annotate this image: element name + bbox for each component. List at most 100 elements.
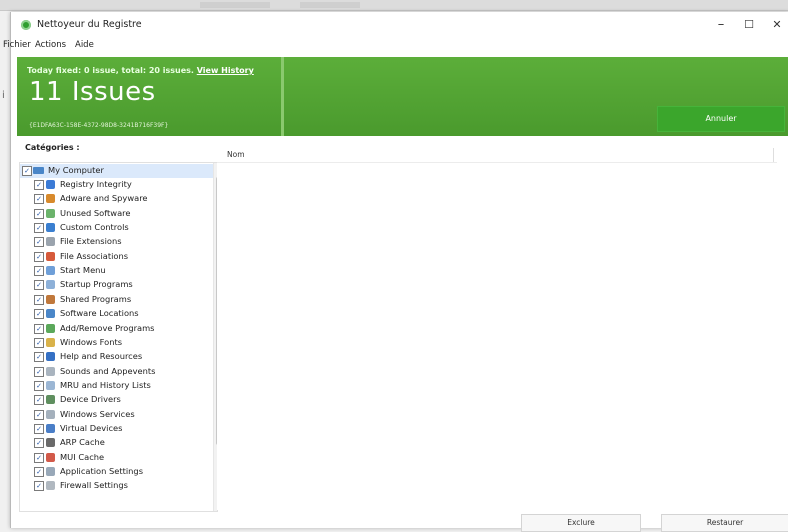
banner-divider	[281, 57, 284, 136]
tree-item[interactable]: ✓ Startup Programs	[20, 278, 210, 292]
maximize-button[interactable]: ☐	[735, 16, 763, 34]
tree-item-checkbox[interactable]: ✓	[34, 295, 44, 305]
tree-item-checkbox[interactable]: ✓	[34, 381, 44, 391]
cancel-button[interactable]: Annuler	[657, 106, 785, 132]
tree-item-checkbox[interactable]: ✓	[34, 252, 44, 262]
tree-item-checkbox[interactable]: ✓	[34, 453, 44, 463]
tree-item-label: Firewall Settings	[60, 480, 128, 490]
tree-item-checkbox[interactable]: ✓	[34, 223, 44, 233]
tree-item-label: Application Settings	[60, 466, 144, 476]
arp-icon	[46, 438, 55, 447]
spyware-icon	[46, 194, 55, 203]
driver-icon	[46, 395, 55, 404]
tree-item[interactable]: ✓ Device Drivers	[20, 393, 210, 407]
tree-item-label: Shared Programs	[60, 294, 132, 304]
tree-item[interactable]: ✓ Firewall Settings	[20, 479, 210, 493]
tree-item-label: Windows Fonts	[60, 337, 123, 347]
tree-item[interactable]: ✓ Virtual Devices	[20, 422, 210, 436]
tree-item-checkbox[interactable]: ✓	[34, 309, 44, 319]
restore-button[interactable]: Restaurer	[661, 514, 788, 532]
tree-item-label: MUI Cache	[60, 452, 105, 462]
tree-item-checkbox[interactable]: ✓	[34, 266, 44, 276]
app-logo-icon	[21, 20, 31, 30]
tree-item-checkbox[interactable]: ✓	[34, 410, 44, 420]
tree-item-checkbox[interactable]: ✓	[34, 280, 44, 290]
tree-item-checkbox[interactable]: ✓	[34, 424, 44, 434]
tree-item[interactable]: ✓ Unused Software	[20, 207, 210, 221]
menu-fichier[interactable]: Fichier	[3, 40, 31, 50]
tree-item-label: Custom Controls	[60, 222, 129, 232]
tree-item[interactable]: ✓ Software Locations	[20, 307, 210, 321]
tree-item-label: Unused Software	[60, 208, 131, 218]
tree-item-checkbox[interactable]: ✓	[34, 338, 44, 348]
shared-programs-icon	[46, 295, 55, 304]
tree-item-checkbox[interactable]: ✓	[34, 194, 44, 204]
tree-item-checkbox[interactable]: ✓	[34, 209, 44, 219]
categories-tree[interactable]: ✓ My Computer ✓ Registry Integrity ✓ Adware…	[19, 162, 218, 512]
sound-icon	[46, 367, 55, 376]
tree-item[interactable]: ✓ Start Menu	[20, 264, 210, 278]
tree-item-checkbox[interactable]: ✓	[34, 367, 44, 377]
tree-item[interactable]: ✓ MRU and History Lists	[20, 379, 210, 393]
tree-item-label: Windows Services	[60, 409, 135, 419]
tree-item-label: Startup Programs	[60, 279, 133, 289]
column-nom[interactable]: Nom	[227, 150, 245, 159]
categories-header: Catégories :	[25, 143, 80, 152]
tree-item[interactable]: ✓ Custom Controls	[20, 221, 210, 235]
tree-item-label: Sounds and Appevents	[60, 366, 156, 376]
tree-item[interactable]: ✓ Add/Remove Programs	[20, 322, 210, 336]
menu-bar: Fichier Actions Aide	[3, 40, 788, 54]
issue-count: 11 Issues	[29, 77, 156, 107]
registry-cleaner-window: Nettoyeur du Registre – ☐ ✕ Fichier Acti…	[3, 12, 788, 532]
close-button[interactable]: ✕	[763, 16, 788, 34]
tree-item[interactable]: ✓ ARP Cache	[20, 436, 210, 450]
tree-item-checkbox[interactable]: ✓	[34, 395, 44, 405]
background-strip-segment	[200, 2, 270, 8]
tree-item-checkbox[interactable]: ✓	[34, 324, 44, 334]
tree-item[interactable]: ✓ Shared Programs	[20, 293, 210, 307]
tree-item-label: Help and Resources	[60, 351, 143, 361]
tree-item-label: Adware and Spyware	[60, 193, 148, 203]
controls-icon	[46, 223, 55, 232]
computer-icon	[33, 167, 44, 174]
tree-item-checkbox[interactable]: ✓	[34, 438, 44, 448]
tree-item-checkbox[interactable]: ✓	[34, 467, 44, 477]
tree-item[interactable]: ✓ Windows Fonts	[20, 336, 210, 350]
menu-aide[interactable]: Aide	[75, 40, 94, 50]
history-icon	[46, 381, 55, 390]
software-icon	[46, 209, 55, 218]
tree-item-checkbox[interactable]: ✓	[34, 180, 44, 190]
tree-item[interactable]: ✓ Sounds and Appevents	[20, 365, 210, 379]
tree-item[interactable]: ✓ Adware and Spyware	[20, 192, 210, 206]
tree-root-label: My Computer	[48, 165, 104, 175]
menu-actions[interactable]: Actions	[35, 40, 66, 50]
status-banner: Today fixed: 0 issue, total: 20 issues. …	[17, 57, 788, 136]
tree-item[interactable]: ✓ Help and Resources	[20, 350, 210, 364]
tree-item[interactable]: ✓ MUI Cache	[20, 451, 210, 465]
minimize-button[interactable]: –	[707, 16, 735, 34]
tree-item-checkbox[interactable]: ✓	[34, 481, 44, 491]
tree-root-my-computer[interactable]: ✓ My Computer	[20, 164, 213, 178]
tree-item-label: Start Menu	[60, 265, 106, 275]
tree-item[interactable]: ✓ File Extensions	[20, 235, 210, 249]
tree-item-checkbox[interactable]: ✓	[34, 237, 44, 247]
exclude-button[interactable]: Exclure	[521, 514, 641, 532]
tree-item[interactable]: ✓ Registry Integrity	[20, 178, 210, 192]
root-checkbox[interactable]: ✓	[22, 166, 32, 176]
background-window-strip	[0, 0, 788, 11]
tree-item-label: ARP Cache	[60, 437, 105, 447]
tree-item-checkbox[interactable]: ✓	[34, 352, 44, 362]
tree-item[interactable]: ✓ File Associations	[20, 250, 210, 264]
software-location-icon	[46, 309, 55, 318]
add-remove-icon	[46, 324, 55, 333]
services-icon	[46, 410, 55, 419]
results-list-header: Nom	[217, 148, 777, 163]
tree-item-label: File Associations	[60, 251, 129, 261]
window-title: Nettoyeur du Registre	[37, 19, 142, 30]
view-history-link[interactable]: View History	[197, 66, 254, 75]
tree-item[interactable]: ✓ Windows Services	[20, 408, 210, 422]
results-list[interactable]	[217, 163, 777, 510]
tree-item-label: File Extensions	[60, 236, 122, 246]
tree-item-label: Registry Integrity	[60, 179, 132, 189]
tree-item[interactable]: ✓ Application Settings	[20, 465, 210, 479]
